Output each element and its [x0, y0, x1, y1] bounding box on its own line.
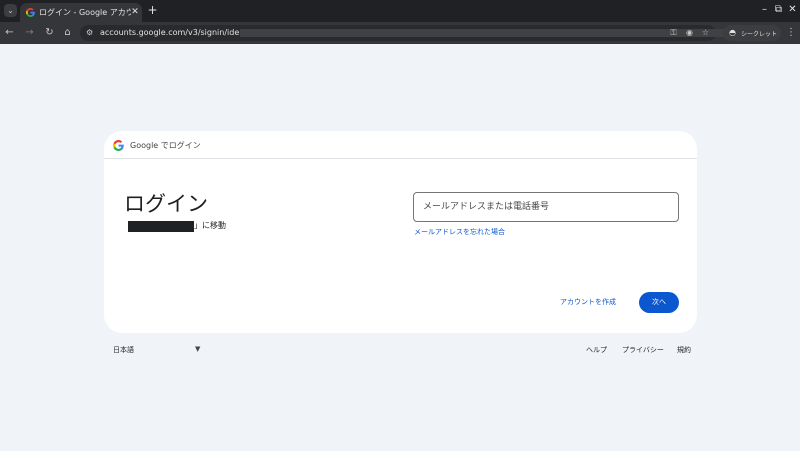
star-icon[interactable]: ☆	[700, 27, 711, 39]
close-icon[interactable]: ✕	[130, 6, 140, 18]
incognito-icon: ◓	[729, 28, 736, 37]
help-link[interactable]: ヘルプ	[586, 345, 607, 355]
back-arrow-icon[interactable]: ←	[3, 26, 16, 40]
page-title: ログイン	[124, 192, 208, 216]
minimize-icon[interactable]: –	[758, 3, 771, 17]
language-label: 日本語	[113, 346, 134, 354]
next-button[interactable]: 次へ	[639, 292, 679, 313]
incognito-label: シークレット	[741, 31, 778, 38]
url-redaction	[240, 29, 733, 37]
home-icon[interactable]: ⌂	[61, 26, 74, 40]
key-icon[interactable]: ⚿	[668, 27, 679, 39]
card-header-brand: Google でログイン	[130, 141, 201, 150]
menu-dots-icon[interactable]: ⋮	[786, 26, 796, 40]
plus-icon[interactable]: +	[146, 3, 159, 17]
browser-toolbar: ← → ↻ ⌂ ⚙ accounts.google.com/v3/signin/…	[0, 22, 800, 44]
google-favicon-icon	[26, 8, 35, 17]
tab-strip: ⌄ ログイン - Google アカウン ✕ + – ⧉ ✕	[0, 0, 800, 22]
tab-search-icon[interactable]: ⌄	[4, 4, 17, 17]
terms-link[interactable]: 規約	[677, 345, 691, 355]
language-selector[interactable]: 日本語 ▼	[113, 344, 203, 356]
email-field[interactable]	[413, 192, 679, 222]
create-account-button[interactable]: アカウントを作成	[554, 292, 622, 312]
incognito-badge[interactable]: ◓ シークレット	[723, 25, 781, 41]
tab-title: ログイン - Google アカウン	[39, 8, 131, 17]
signin-card: Google でログイン ログイン 」に移動 メールアドレスを忘れた場合 アカウ…	[104, 131, 697, 333]
dropdown-caret-icon: ▼	[195, 345, 201, 353]
privacy-link[interactable]: プライバシー	[622, 345, 664, 355]
continue-to-text: 」に移動	[194, 221, 226, 230]
app-name-redaction	[128, 221, 194, 232]
google-logo-icon	[113, 140, 124, 151]
card-header: Google でログイン	[104, 131, 697, 159]
address-bar[interactable]: ⚙ accounts.google.com/v3/signin/identifi…	[80, 25, 733, 41]
restore-icon[interactable]: ⧉	[772, 3, 785, 17]
tab-active[interactable]: ログイン - Google アカウン ✕	[20, 3, 142, 22]
forgot-email-link[interactable]: メールアドレスを忘れた場合	[414, 227, 505, 237]
reload-icon[interactable]: ↻	[43, 26, 56, 40]
eye-off-icon[interactable]: ◉	[684, 27, 695, 39]
site-info-icon[interactable]: ⚙	[86, 27, 96, 39]
forward-arrow-icon[interactable]: →	[23, 26, 36, 40]
close-window-icon[interactable]: ✕	[786, 3, 799, 17]
